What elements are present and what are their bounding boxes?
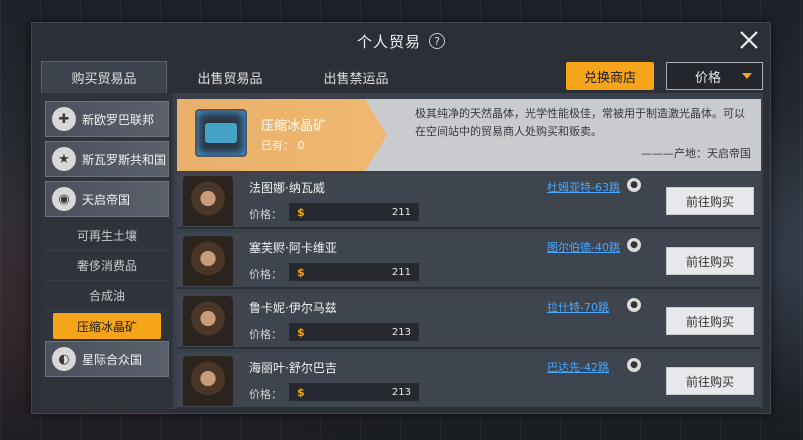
merchant-portrait — [183, 296, 233, 346]
merchant-location-link[interactable]: 巴达先-42跳 — [547, 359, 609, 375]
merchant-row: 海丽叶·舒尔巴吉 巴达先-42跳 ● 价格： $ 213 前往购买 — [177, 353, 761, 409]
ice-crystal-crate-icon — [195, 109, 247, 157]
faction-new-europa[interactable]: ✚ 新欧罗巴联邦 — [45, 101, 169, 137]
trade-window: 个人贸易 ? 购买贸易品 出售贸易品 出售禁运品 兑换商店 价格 ✚ 新欧罗巴联… — [31, 22, 771, 414]
merchant-row: 法图娜·纳瓦威 杜姆亚特-63跳 ● 价格： $ 211 前往购买 — [177, 173, 761, 229]
price-label: 价格： — [249, 268, 282, 281]
item-header: 压缩冰晶矿 已有： 0 极其纯净的天然晶体，光学性能极佳，常被用于制造激光晶体。… — [177, 99, 761, 171]
chevron-down-icon — [742, 73, 752, 79]
price-box: $ 213 — [289, 323, 419, 341]
faction-label: 斯瓦罗斯共和国 — [82, 152, 167, 167]
tab-sell[interactable]: 出售贸易品 — [167, 61, 293, 93]
tab-buy[interactable]: 购买贸易品 — [41, 61, 167, 93]
faction-tianqi[interactable]: ◉ 天启帝国 — [45, 181, 169, 217]
price-box: $ 211 — [289, 263, 419, 281]
location-pin-icon[interactable]: ● — [627, 298, 641, 312]
go-buy-button[interactable]: 前往购买 — [666, 247, 754, 275]
merchant-name: 鲁卡妮·伊尔马兹 — [249, 301, 337, 315]
price-value: 211 — [391, 266, 411, 278]
close-icon[interactable] — [736, 27, 762, 53]
item-owned: 已有： 0 — [261, 139, 305, 152]
merchant-portrait — [183, 176, 233, 226]
merchant-name: 海丽叶·舒尔巴吉 — [249, 361, 337, 375]
price-value: 211 — [391, 206, 411, 218]
go-buy-button[interactable]: 前往购买 — [666, 187, 754, 215]
merchant-location-link[interactable]: 杜姆亚特-63跳 — [547, 179, 620, 195]
planet-emblem-icon: ◉ — [52, 187, 76, 211]
subitem-ice-crystal[interactable]: 压缩冰晶矿 — [53, 313, 161, 339]
item-name: 压缩冰晶矿 — [261, 119, 327, 134]
star-emblem-icon: ★ — [52, 147, 76, 171]
faction-swaros[interactable]: ★ 斯瓦罗斯共和国 — [45, 141, 169, 177]
title-bar: 个人贸易 ? — [32, 23, 770, 59]
item-description: 极其纯净的天然晶体，光学性能极佳，常被用于制造激光晶体。可以在空间站中的贸易商人… — [415, 107, 745, 138]
content-area: ✚ 新欧罗巴联邦 ★ 斯瓦罗斯共和国 ◉ 天启帝国 可再生土壤 奢侈消费品 合成… — [41, 93, 763, 409]
merchant-row: 塞芙赆·阿卡维亚 图尔伯德-40跳 ● 价格： $ 211 前往购买 — [177, 233, 761, 289]
price-box: $ 213 — [289, 383, 419, 401]
price-label: 价格： — [249, 388, 282, 401]
swirl-emblem-icon: ◐ — [52, 347, 76, 371]
faction-label: 新欧罗巴联邦 — [82, 112, 155, 127]
merchant-name: 法图娜·纳瓦威 — [249, 181, 325, 195]
merchant-portrait — [183, 236, 233, 286]
merchant-portrait — [183, 356, 233, 406]
price-label: 价格： — [249, 208, 282, 221]
faction-interstellar-union[interactable]: ◐ 星际合众国 — [45, 341, 169, 377]
subitem-luxury[interactable]: 奢侈消费品 — [45, 251, 169, 281]
coin-icon: $ — [297, 266, 305, 279]
tabs-row: 购买贸易品 出售贸易品 出售禁运品 兑换商店 价格 — [41, 61, 763, 93]
faction-label: 星际合众国 — [82, 352, 143, 367]
price-box: $ 211 — [289, 203, 419, 221]
subitem-synthetic-oil[interactable]: 合成油 — [45, 281, 169, 311]
location-pin-icon[interactable]: ● — [627, 178, 641, 192]
cross-emblem-icon: ✚ — [52, 107, 76, 131]
coin-icon: $ — [297, 206, 305, 219]
merchant-row: 鲁卡妮·伊尔马兹 拉什特-70跳 ● 价格： $ 213 前往购买 — [177, 293, 761, 349]
go-buy-button[interactable]: 前往购买 — [666, 307, 754, 335]
price-value: 213 — [391, 326, 411, 338]
price-value: 213 — [391, 386, 411, 398]
location-pin-icon[interactable]: ● — [627, 238, 641, 252]
coin-icon: $ — [297, 386, 305, 399]
location-pin-icon[interactable]: ● — [627, 358, 641, 372]
help-icon[interactable]: ? — [429, 33, 445, 49]
merchant-name: 塞芙赆·阿卡维亚 — [249, 241, 337, 255]
merchant-location-link[interactable]: 拉什特-70跳 — [547, 299, 609, 315]
faction-label: 天启帝国 — [82, 192, 131, 207]
merchant-list-panel: 压缩冰晶矿 已有： 0 极其纯净的天然晶体，光学性能极佳，常被用于制造激光晶体。… — [177, 93, 763, 409]
window-title: 个人贸易 — [356, 32, 421, 51]
sort-select[interactable]: 价格 — [666, 62, 763, 90]
coin-icon: $ — [297, 326, 305, 339]
go-buy-button[interactable]: 前往购买 — [666, 367, 754, 395]
exchange-shop-button[interactable]: 兑换商店 — [566, 62, 654, 90]
subitem-soil[interactable]: 可再生土壤 — [45, 221, 169, 251]
sort-select-value: 价格 — [695, 70, 722, 86]
tab-sell-contraband[interactable]: 出售禁运品 — [293, 61, 419, 93]
faction-sidebar: ✚ 新欧罗巴联邦 ★ 斯瓦罗斯共和国 ◉ 天启帝国 可再生土壤 奢侈消费品 合成… — [41, 93, 173, 409]
item-origin: ———产地：天启帝国 — [641, 147, 751, 160]
price-label: 价格： — [249, 328, 282, 341]
merchant-location-link[interactable]: 图尔伯德-40跳 — [547, 239, 620, 255]
